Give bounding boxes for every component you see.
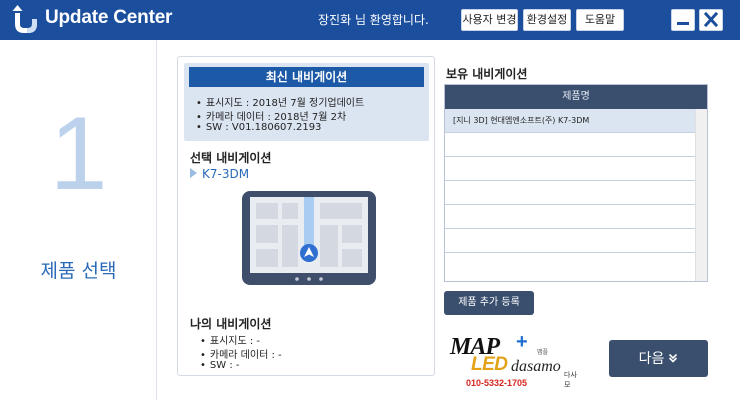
my-map-version: 표시지도 : - [200,332,260,347]
table-scrollbar[interactable] [695,109,707,281]
close-button[interactable] [699,9,723,31]
navigation-info-card: 최신 내비게이션 표시지도 : 2018년 7월 정기업데이트 카메라 데이터 … [177,56,435,376]
table-header-product-name: 제품명 [445,85,707,109]
update-logo-icon [12,5,37,33]
title-bar: Update Center 장진화 님 환영합니다. 사용자 변경 환경설정 도… [0,0,740,40]
table-row-empty [445,229,695,253]
welcome-text: 님 환영합니다. [354,13,429,27]
advertiser-logo: MAP + 맵플 LED dasamo 다사모 010-5332-1705 [447,331,579,394]
my-sw-version: SW : - [200,360,240,371]
table-row-empty [445,205,695,229]
latest-sw-version: SW : V01.180607.2193 [196,122,322,133]
my-camera-data: 카메라 데이터 : - [200,346,282,361]
latest-navigation-box: 최신 내비게이션 표시지도 : 2018년 7월 정기업데이트 카메라 데이터 … [184,63,429,141]
chevron-double-down-icon [668,340,678,377]
table-row-empty [445,181,695,205]
user-change-button[interactable]: 사용자 변경 [461,9,518,31]
next-button-label: 다음 [638,351,665,367]
navigation-tablet-icon [242,191,376,285]
selected-navigation-title: 선택 내비게이션 [190,151,272,165]
ad-phone-number: 010-5332-1705 [466,378,528,388]
step-panel: 1 제품 선택 [0,40,157,400]
selected-navigation-item: K7-3DM [190,167,249,181]
ad-led-text: LED [471,354,508,375]
ad-dasamo-sub-text: 다사모 [564,371,577,389]
table-row[interactable]: [지니 3D] 현대엠엔소프트(주) K7-3DM [445,109,695,133]
step-number: 1 [49,96,108,212]
help-button[interactable]: 도움말 [576,9,624,31]
step-label: 제품 선택 [40,260,117,282]
close-icon [703,11,719,28]
ad-plus-text: + [516,331,528,353]
minimize-button[interactable] [671,9,695,31]
owned-navigation-title: 보유 내비게이션 [446,67,528,81]
ad-dasamo-text: dasamo [511,358,561,375]
next-button[interactable]: 다음 [609,340,708,377]
table-row-empty [445,133,695,157]
latest-navigation-title: 최신 내비게이션 [189,67,424,87]
settings-button[interactable]: 환경설정 [523,9,571,31]
ad-map-sub-text: 맵플 [537,349,549,356]
app-title: Update Center [45,7,173,28]
user-name: 장진화 [318,13,352,27]
latest-camera-data: 카메라 데이터 : 2018년 7월 2차 [196,108,346,123]
my-navigation-title: 나의 내비게이션 [190,317,272,331]
add-product-button[interactable]: 제품 추가 등록 [444,291,534,315]
minimize-icon [677,22,689,25]
play-arrow-icon [190,168,197,178]
table-row-empty [445,157,695,181]
table-row-empty [445,253,695,277]
latest-map-version: 표시지도 : 2018년 7월 정기업데이트 [196,94,364,109]
owned-navigation-table: 제품명 [지니 3D] 현대엠엔소프트(주) K7-3DM [444,84,708,282]
welcome-message: 장진화 님 환영합니다. [318,11,429,28]
selected-navigation-model: K7-3DM [202,167,250,181]
